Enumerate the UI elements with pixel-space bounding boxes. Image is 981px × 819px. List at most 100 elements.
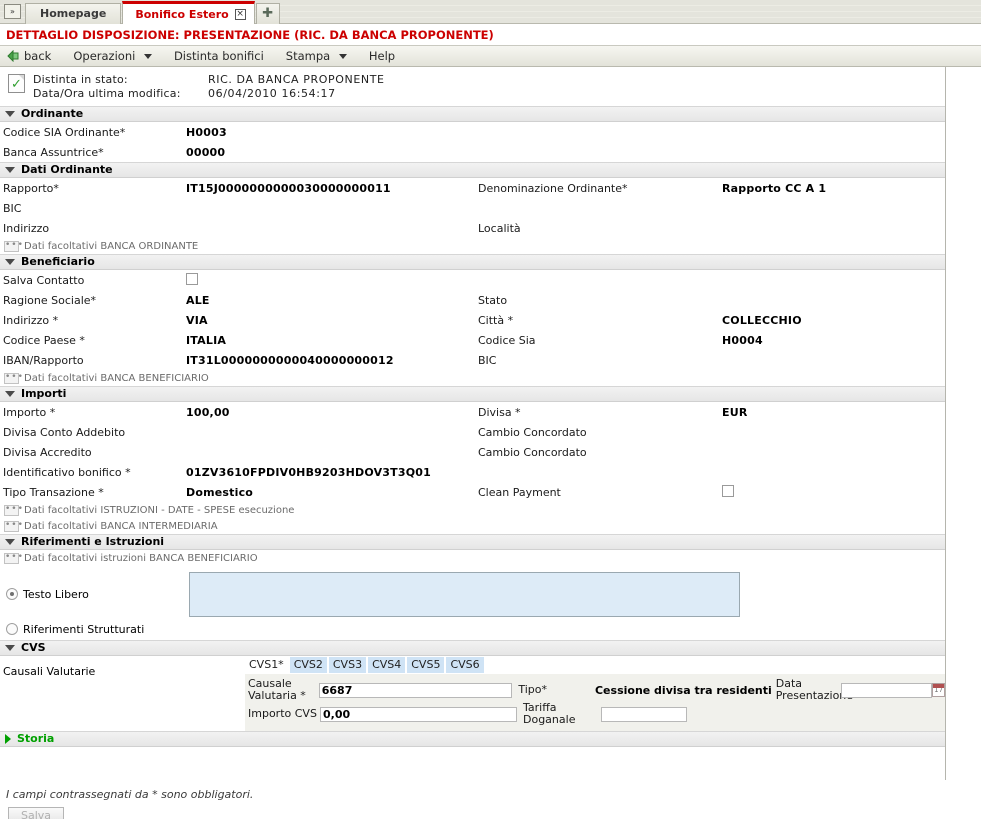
- value-identificativo-bonifico: 01ZV3610FPDIV0HB9203HDOV3T3Q01: [186, 465, 431, 479]
- menu-item-operazioni[interactable]: Operazioni: [62, 46, 163, 66]
- optional-link-istruzioni-banca-beneficiario[interactable]: ••• Dati facoltativi istruzioni BANCA BE…: [0, 550, 945, 566]
- label-cambio-concordato-addebito: Cambio Concordato: [478, 425, 587, 439]
- cvs-tab-5[interactable]: CVS5: [407, 657, 445, 673]
- ellipsis-icon: •••: [4, 551, 24, 564]
- salva-contatto-checkbox[interactable]: [186, 272, 198, 285]
- label-codice-sia-beneficiario: Codice Sia: [478, 333, 536, 347]
- save-button[interactable]: Salva: [8, 807, 64, 819]
- label-denominazione-ordinante: Denominazione Ordinante*: [478, 181, 628, 195]
- input-importo-cvs[interactable]: 0,00: [320, 706, 517, 722]
- label-tipo-transazione: Tipo Transazione *: [3, 485, 104, 499]
- label-rapporto: Rapporto*: [3, 181, 59, 195]
- cvs-tab-2[interactable]: CVS2: [289, 657, 327, 673]
- label-importo: Importo *: [3, 405, 56, 419]
- label-banca-assuntrice: Banca Assuntrice*: [3, 145, 104, 159]
- status-row-modifica: Data/Ora ultima modifica: 06/04/2010 16:…: [33, 87, 385, 101]
- value-codice-paese: ITALIA: [186, 333, 227, 347]
- field-row-codice-paese: Codice Paese * ITALIA Codice Sia H0004: [0, 330, 945, 350]
- clean-payment-checkbox[interactable]: [722, 484, 734, 497]
- optional-link-banca-ordinante[interactable]: ••• Dati facoltativi BANCA ORDINANTE: [0, 238, 945, 254]
- causali-valutarie-label: Causali Valutarie: [3, 665, 96, 678]
- menu-item-stampa[interactable]: Stampa: [275, 46, 358, 66]
- tab-list-menu-button[interactable]: »: [4, 4, 21, 19]
- section-header-cvs[interactable]: CVS: [0, 640, 945, 656]
- browser-tab-bonifico-estero[interactable]: Bonifico Estero ×: [122, 1, 255, 24]
- optional-link-banca-intermediaria-label: Dati facoltativi BANCA INTERMEDIARIA: [24, 520, 218, 532]
- section-header-riferimenti-istruzioni[interactable]: Riferimenti e Istruzioni: [0, 534, 945, 550]
- document-check-icon: ✓: [8, 74, 25, 93]
- field-row-identificativo-bonifico: Identificativo bonifico * 01ZV3610FPDIV0…: [0, 462, 945, 482]
- menu-item-stampa-label: Stampa: [285, 49, 331, 63]
- optional-link-banca-beneficiario-label: Dati facoltativi BANCA BENEFICIARIO: [24, 372, 209, 384]
- chevron-down-icon: [338, 54, 347, 59]
- testo-libero-textarea[interactable]: [189, 571, 740, 617]
- label-bic-beneficiario: BIC: [478, 353, 497, 367]
- cvs-tab-list: CVS1* CVS2 CVS3 CVS4 CVS5 CVS6: [245, 656, 945, 673]
- value-banca-assuntrice: 00000: [186, 145, 226, 159]
- new-tab-icon[interactable]: ✚: [255, 3, 280, 24]
- section-header-ordinante[interactable]: Ordinante: [0, 106, 945, 122]
- input-tariffa-doganale[interactable]: [601, 706, 687, 722]
- status-stato-value: RIC. DA BANCA PROPONENTE: [208, 73, 385, 86]
- field-row-tipo-transazione: Tipo Transazione * Domestico Clean Payme…: [0, 482, 945, 502]
- menubar: back Operazioni Distinta bonifici Stampa…: [0, 46, 981, 67]
- triangle-down-icon: [5, 167, 15, 173]
- optional-link-istruzioni-banca-beneficiario-label: Dati facoltativi istruzioni BANCA BENEFI…: [24, 552, 258, 564]
- field-row-salva-contatto: Salva Contatto: [0, 270, 945, 290]
- radio-testo-libero-icon[interactable]: [6, 588, 18, 600]
- riferimenti-strutturati-option[interactable]: Riferimenti Strutturati: [0, 618, 945, 640]
- section-header-dati-ordinante[interactable]: Dati Ordinante: [0, 162, 945, 178]
- section-header-beneficiario[interactable]: Beneficiario: [0, 254, 945, 270]
- label-divisa-conto-addebito: Divisa Conto Addebito: [3, 425, 126, 439]
- close-icon[interactable]: ×: [234, 8, 246, 20]
- label-stato: Stato: [478, 293, 508, 307]
- cvs-row-importo: Importo CVS 0,00 Tariffa Doganale: [245, 702, 945, 726]
- optional-link-istruzioni-date-spese-label: Dati facoltativi ISTRUZIONI - DATE - SPE…: [24, 504, 295, 516]
- optional-link-banca-beneficiario[interactable]: ••• Dati facoltativi BANCA BENEFICIARIO: [0, 370, 945, 386]
- optional-link-banca-intermediaria[interactable]: ••• Dati facoltativi BANCA INTERMEDIARIA: [0, 518, 945, 534]
- section-header-storia[interactable]: Storia: [0, 731, 945, 747]
- cvs-tab-6[interactable]: CVS6: [446, 657, 484, 673]
- cvs-row-causale: Causale Valutaria * 6687 Tipo* Cessione …: [245, 677, 946, 702]
- riferimenti-strutturati-label: Riferimenti Strutturati: [23, 622, 145, 636]
- label-bic-ordinante: BIC: [3, 201, 22, 215]
- page-title: DETTAGLIO DISPOSIZIONE: PRESENTAZIONE (R…: [0, 24, 981, 46]
- required-fields-note: I campi contrassegnati da * sono obbliga…: [6, 788, 254, 801]
- section-header-importi[interactable]: Importi: [0, 386, 945, 402]
- form-content: ✓ Distinta in stato: RIC. DA BANCA PROPO…: [0, 67, 946, 780]
- calendar-icon[interactable]: 17: [932, 683, 946, 697]
- ellipsis-icon: •••: [4, 239, 24, 252]
- radio-riferimenti-strutturati-icon[interactable]: [6, 623, 18, 635]
- status-modifica-label: Data/Ora ultima modifica:: [33, 87, 181, 100]
- input-data-presentazione[interactable]: [840, 682, 933, 698]
- field-row-iban-rapporto: IBAN/Rapporto IT31L000000000004000000001…: [0, 350, 945, 370]
- back-button-label: back: [24, 49, 52, 63]
- input-causale-valutaria[interactable]: 6687: [318, 682, 513, 698]
- browser-tab-homepage[interactable]: Homepage: [25, 3, 122, 24]
- triangle-down-icon: [5, 391, 15, 397]
- optional-link-istruzioni-date-spese[interactable]: ••• Dati facoltativi ISTRUZIONI - DATE -…: [0, 502, 945, 518]
- value-iban-rapporto: IT31L0000000000040000000012: [186, 353, 394, 367]
- cvs-tab-3[interactable]: CVS3: [328, 657, 367, 673]
- triangle-down-icon: [5, 539, 15, 545]
- menu-item-distinta-bonifici[interactable]: Distinta bonifici: [163, 46, 275, 66]
- value-ragione-sociale: ALE: [186, 293, 210, 307]
- label-data-presentazione: Data Presentazione: [775, 677, 854, 702]
- testo-libero-option[interactable]: Testo Libero: [0, 588, 189, 601]
- ellipsis-icon: •••: [4, 519, 24, 532]
- menu-item-help[interactable]: Help: [358, 46, 406, 66]
- label-citta: Città *: [478, 313, 514, 327]
- field-row-importo: Importo * 100,00 Divisa * EUR: [0, 402, 945, 422]
- cvs-tab-1[interactable]: CVS1*: [245, 657, 288, 673]
- field-row-banca-assuntrice: Banca Assuntrice* 00000: [0, 142, 945, 162]
- triangle-down-icon: [5, 111, 15, 117]
- back-button[interactable]: back: [5, 46, 62, 66]
- testo-libero-row: Testo Libero: [0, 566, 945, 618]
- cvs-tab-4[interactable]: CVS4: [368, 657, 406, 673]
- field-row-divisa-conto-addebito: Divisa Conto Addebito Cambio Concordato: [0, 422, 945, 442]
- cvs-body: Causali Valutarie CVS1* CVS2 CVS3 CVS4 C…: [0, 656, 946, 731]
- label-codice-sia-ordinante: Codice SIA Ordinante*: [3, 125, 126, 139]
- triangle-down-icon: [5, 259, 15, 265]
- section-title-storia: Storia: [17, 732, 55, 745]
- field-row-indirizzo-ordinante: Indirizzo Località: [0, 218, 945, 238]
